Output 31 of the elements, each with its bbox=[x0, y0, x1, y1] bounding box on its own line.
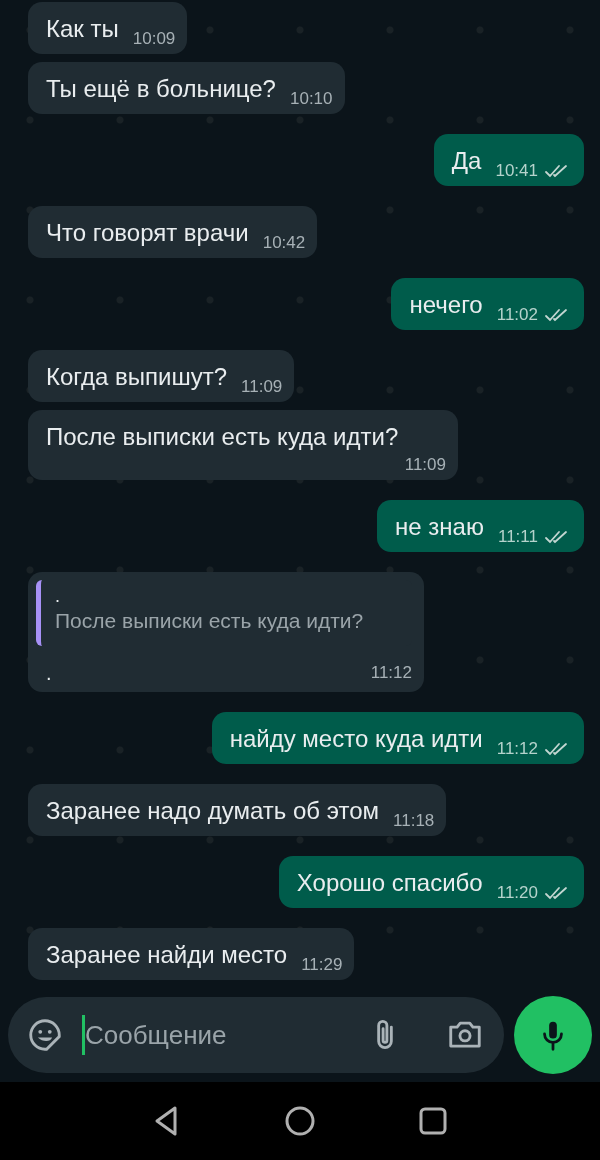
message-text: нечего bbox=[409, 290, 483, 320]
message-time: 10:10 bbox=[289, 88, 333, 110]
message-time: 11:12 bbox=[370, 662, 412, 684]
message-text: . bbox=[46, 662, 52, 684]
quote-text: После выписки есть куда идти? bbox=[55, 608, 365, 634]
message-time: 10:41 bbox=[495, 160, 538, 182]
message-time: 11:02 bbox=[496, 304, 538, 326]
message-text: Как ты bbox=[46, 14, 119, 44]
message-time: 11:11 bbox=[497, 526, 538, 548]
message-time: 11:29 bbox=[301, 954, 343, 976]
message-text: не знаю bbox=[395, 512, 484, 542]
microphone-icon bbox=[543, 1019, 563, 1051]
message-text: Заранее найди место bbox=[46, 940, 288, 970]
message-time: 10:09 bbox=[132, 28, 176, 50]
quote-author: . bbox=[55, 586, 61, 606]
message-time: 11:09 bbox=[404, 454, 446, 476]
message-input-field[interactable]: Сообщение bbox=[85, 1019, 366, 1051]
message-text: Ты ещё в больнице? bbox=[46, 74, 276, 104]
message-text: Что говорят врачи bbox=[46, 218, 249, 248]
message-time: 11:12 bbox=[496, 738, 538, 760]
message-time: 11:20 bbox=[496, 882, 538, 904]
message-text: Хорошо спасибо bbox=[296, 868, 483, 898]
message-text: Заранее надо думать об этом bbox=[46, 796, 380, 826]
message-time: 10:42 bbox=[262, 232, 306, 254]
message-time: 11:09 bbox=[241, 376, 283, 398]
message-time: 11:18 bbox=[393, 810, 435, 832]
message-text: После выписки есть куда идти? bbox=[46, 422, 399, 452]
message-text: найду место куда идти bbox=[229, 724, 483, 754]
sticker-icon[interactable] bbox=[26, 1016, 64, 1054]
message-text: Да bbox=[451, 146, 482, 176]
message-text: Когда выпишут? bbox=[46, 362, 228, 392]
